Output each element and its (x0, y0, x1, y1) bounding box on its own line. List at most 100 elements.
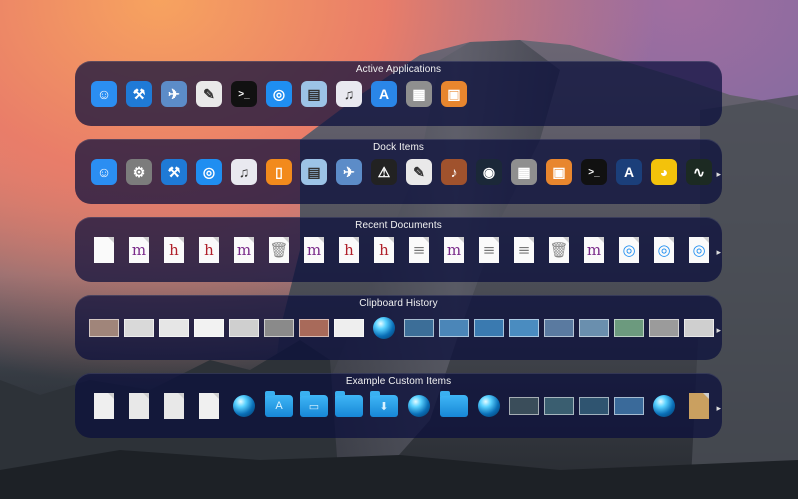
m-document-icon[interactable]: m (439, 235, 469, 265)
console-icon[interactable]: ⚠ (369, 157, 399, 187)
clipboard-image-icon[interactable] (124, 313, 154, 343)
textedit-icon[interactable]: ✎ (404, 157, 434, 187)
instruments-icon[interactable]: A (614, 157, 644, 187)
clipboard-image-icon[interactable] (299, 313, 329, 343)
window-thumbnail-icon[interactable] (509, 391, 539, 421)
app-store-icon[interactable]: A (369, 79, 399, 109)
calculator-icon-graphic: ▦ (406, 81, 432, 107)
clipboard-image-icon[interactable] (404, 313, 434, 343)
text-document-icon[interactable]: ≡ (474, 235, 504, 265)
more-items-arrow-icon[interactable]: ▸ (716, 325, 721, 336)
h-document-icon[interactable]: h (334, 235, 364, 265)
xcode-icon[interactable]: ⚒ (124, 79, 154, 109)
h-document-icon[interactable]: h (369, 235, 399, 265)
screenshot-document-icon[interactable] (89, 391, 119, 421)
ibooks-icon[interactable]: ▯ (264, 157, 294, 187)
panel-title: Recent Documents (355, 220, 442, 231)
clipboard-image-icon[interactable] (684, 313, 714, 343)
folder-icon[interactable] (439, 391, 469, 421)
clipboard-image-icon[interactable] (194, 313, 224, 343)
steam-icon[interactable]: ◉ (474, 157, 504, 187)
safari-icon[interactable]: ◎ (194, 157, 224, 187)
terminal-icon[interactable]: >_ (229, 79, 259, 109)
text-document-icon-graphic: ≡ (409, 237, 429, 263)
xcode-icon-graphic: ⚒ (126, 81, 152, 107)
m-document-icon[interactable]: m (229, 235, 259, 265)
itunes-icon[interactable]: ♫ (229, 157, 259, 187)
screenshot-document-icon[interactable] (124, 391, 154, 421)
folder-icon[interactable]: ▭ (299, 391, 329, 421)
folder-icon[interactable] (334, 391, 364, 421)
terminal-icon-graphic: >_ (231, 81, 257, 107)
blank-document-icon[interactable] (89, 235, 119, 265)
calculator-icon[interactable]: ▦ (404, 79, 434, 109)
window-thumbnail-icon[interactable] (544, 391, 574, 421)
sphere-icon[interactable] (404, 391, 434, 421)
sphere-icon[interactable] (474, 391, 504, 421)
clipboard-image-icon[interactable] (544, 313, 574, 343)
preview-bird-icon[interactable]: ✈ (159, 79, 189, 109)
system-preferences-icon-graphic: ⚙ (126, 159, 152, 185)
preview-icon[interactable]: ▤ (299, 79, 329, 109)
system-preferences-icon[interactable]: ⚙ (124, 157, 154, 187)
safari-icon[interactable]: ◎ (264, 79, 294, 109)
photos-icon[interactable]: ▣ (544, 157, 574, 187)
calculator-icon[interactable]: ▦ (509, 157, 539, 187)
html-document-icon[interactable]: ◎ (684, 235, 714, 265)
finder-icon[interactable]: ☺ (89, 79, 119, 109)
itunes-icon-graphic: ♫ (336, 81, 362, 107)
note-document-icon[interactable] (684, 391, 714, 421)
clipboard-image-icon[interactable] (509, 313, 539, 343)
text-document-icon[interactable]: ≡ (509, 235, 539, 265)
trash-icon[interactable]: 🗑 (544, 235, 574, 265)
screenshot-document-icon-graphic (129, 393, 149, 419)
h-document-icon[interactable]: h (194, 235, 224, 265)
h-document-icon[interactable]: h (159, 235, 189, 265)
wallpaper-thumbnail-icon[interactable] (614, 391, 644, 421)
sphere-icon[interactable] (229, 391, 259, 421)
m-document-icon[interactable]: m (124, 235, 154, 265)
clipboard-image-icon[interactable] (264, 313, 294, 343)
clipboard-image-icon[interactable] (474, 313, 504, 343)
photos-icon[interactable]: ▣ (439, 79, 469, 109)
m-document-icon[interactable]: m (579, 235, 609, 265)
xcode-icon[interactable]: ⚒ (159, 157, 189, 187)
trash-icon[interactable]: 🗑 (264, 235, 294, 265)
more-items-arrow-icon[interactable]: ▸ (716, 403, 721, 414)
panel-title: Clipboard History (359, 298, 438, 309)
clipboard-link-icon[interactable] (369, 313, 399, 343)
cyberduck-icon[interactable]: ◕ (649, 157, 679, 187)
clipboard-image-icon[interactable] (159, 313, 189, 343)
terminal-icon[interactable]: >_ (579, 157, 609, 187)
clipboard-image-icon[interactable] (334, 313, 364, 343)
preview-bird-icon[interactable]: ✈ (334, 157, 364, 187)
clipboard-image-icon[interactable] (614, 313, 644, 343)
html-document-icon[interactable]: ◎ (649, 235, 679, 265)
screenshot-document-icon[interactable] (194, 391, 224, 421)
clipboard-image-icon[interactable] (229, 313, 259, 343)
folder-icon[interactable]: A (264, 391, 294, 421)
garageband-icon[interactable]: ♪ (439, 157, 469, 187)
activity-monitor-icon[interactable]: ∿ (684, 157, 714, 187)
textedit-icon[interactable]: ✎ (194, 79, 224, 109)
clipboard-image-icon[interactable] (89, 313, 119, 343)
folder-icon-graphic (335, 391, 363, 417)
clipboard-image-icon[interactable] (439, 313, 469, 343)
clipboard-image-icon[interactable] (579, 313, 609, 343)
preview-icon[interactable]: ▤ (299, 157, 329, 187)
sphere-icon[interactable] (649, 391, 679, 421)
more-items-arrow-icon[interactable]: ▸ (716, 169, 721, 180)
finder-icon[interactable]: ☺ (89, 157, 119, 187)
downloads-folder-icon[interactable]: ⬇ (369, 391, 399, 421)
itunes-icon[interactable]: ♫ (334, 79, 364, 109)
clipboard-image-icon-graphic (649, 319, 679, 337)
window-thumbnail-icon[interactable] (579, 391, 609, 421)
panel-title: Dock Items (372, 142, 424, 153)
clipboard-image-icon[interactable] (649, 313, 679, 343)
panel-title: Example Custom Items (345, 376, 452, 387)
html-document-icon[interactable]: ◎ (614, 235, 644, 265)
screenshot-document-icon[interactable] (159, 391, 189, 421)
m-document-icon[interactable]: m (299, 235, 329, 265)
more-items-arrow-icon[interactable]: ▸ (716, 247, 721, 258)
text-document-icon[interactable]: ≡ (404, 235, 434, 265)
